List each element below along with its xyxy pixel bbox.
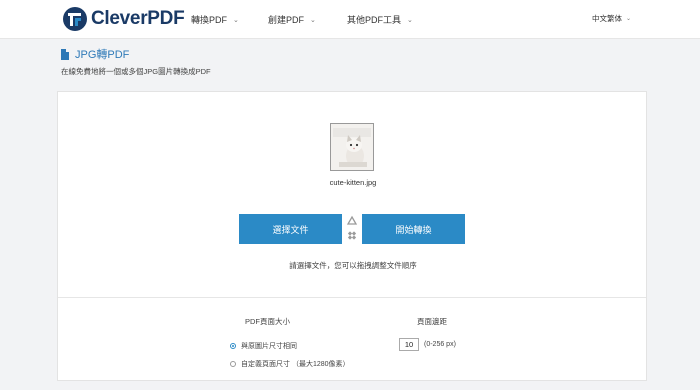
radio-unselected[interactable] (230, 361, 236, 367)
option-label: 與原圖片尺寸相同 (241, 343, 297, 350)
cloud-storage-icons (346, 215, 358, 240)
option-label: 自定義頁面尺寸 （最大1280像素） (241, 361, 350, 368)
page-margin-range: (0-256 px) (424, 341, 456, 348)
page-size-heading: PDF頁面大小 (245, 317, 290, 326)
chevron-down-icon: ⌄ (407, 16, 413, 24)
language-label: 中文繁体 (592, 14, 622, 23)
dropbox-icon[interactable] (347, 231, 357, 240)
nav-other-pdf-tools[interactable]: 其他PDF工具 ⌄ (347, 13, 413, 26)
page-title-text: JPG轉PDF (75, 49, 130, 61)
chevron-down-icon: ⌄ (310, 16, 316, 24)
uploaded-image-thumbnail[interactable] (330, 123, 374, 171)
brand-name: CleverPDF (91, 8, 185, 29)
start-conversion-button[interactable]: 開始轉換 (362, 214, 465, 244)
page-size-option-custom[interactable]: 自定義頁面尺寸 （最大1280像素） (230, 359, 350, 369)
converter-panel: cute-kitten.jpg 選擇文件 開始轉換 請選擇文件，您可以拖拽調整文… (57, 91, 647, 381)
radio-selected[interactable] (230, 343, 236, 349)
language-selector[interactable]: 中文繁体 ⌄ (592, 13, 631, 24)
nav-create-pdf[interactable]: 創建PDF ⌄ (268, 13, 316, 26)
page-margin-input[interactable] (399, 338, 419, 351)
chevron-down-icon: ⌄ (233, 16, 239, 24)
nav-label: 轉換PDF (191, 15, 228, 25)
page-subtitle: 在線免費地將一個或多個JPG圖片轉換成PDF (61, 67, 211, 76)
nav-convert-pdf[interactable]: 轉換PDF ⌄ (191, 13, 239, 26)
section-divider (58, 297, 646, 298)
nav-label: 其他PDF工具 (347, 15, 402, 25)
top-navigation-bar: CleverPDF 轉換PDF ⌄ 創建PDF ⌄ 其他PDF工具 ⌄ 中文繁体… (0, 0, 700, 39)
cleverpdf-logo[interactable]: CleverPDF (62, 6, 185, 32)
choose-file-button[interactable]: 選擇文件 (239, 214, 342, 244)
nav-label: 創建PDF (268, 15, 305, 25)
chevron-down-icon: ⌄ (626, 16, 632, 22)
kitten-photo (331, 124, 373, 170)
google-drive-icon[interactable] (346, 215, 358, 225)
page-size-option-original[interactable]: 與原圖片尺寸相同 (230, 341, 297, 351)
file-icon (61, 48, 69, 60)
cleverpdf-logo-icon (63, 7, 87, 31)
page-margin-heading: 頁面邊距 (417, 317, 447, 326)
reorder-hint: 請選擇文件，您可以拖拽調整文件順序 (289, 261, 417, 270)
page-title: JPG轉PDF (61, 46, 129, 62)
uploaded-file-name: cute-kitten.jpg (329, 178, 377, 187)
